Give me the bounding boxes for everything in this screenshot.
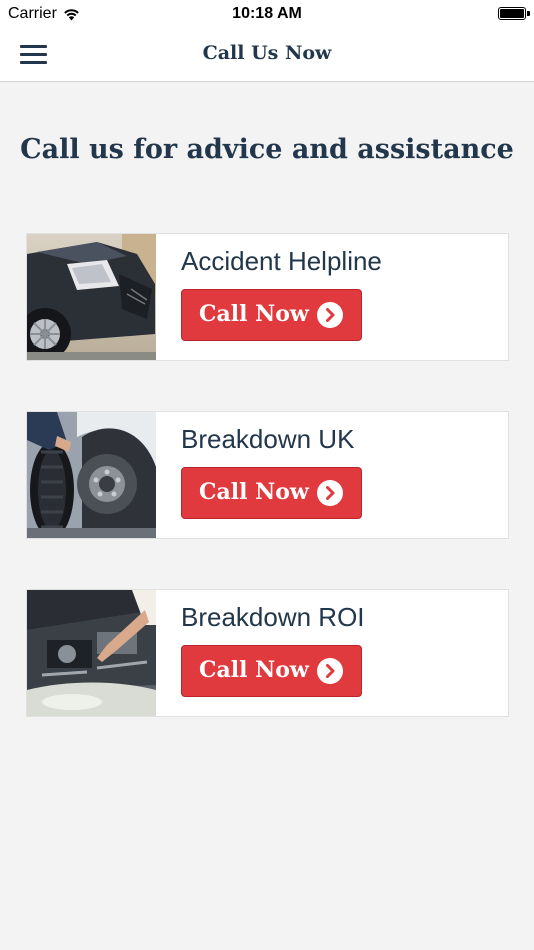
call-now-button-accident[interactable]: Call Now [181,289,362,341]
card-title: Accident Helpline [181,246,382,276]
chevron-right-circle-icon [317,302,343,328]
page-title: Call Us Now [202,42,332,64]
chevron-right-circle-icon [317,658,343,684]
call-now-button-breakdown-roi[interactable]: Call Now [181,645,362,697]
card-title: Breakdown UK [181,424,355,454]
tyre-change-photo [27,412,156,538]
battery-icon [498,7,526,20]
call-now-label: Call Now [199,479,309,505]
call-now-label: Call Now [199,657,309,683]
call-now-label: Call Now [199,301,309,327]
battery-tip [527,11,530,16]
damaged-car-photo [27,234,156,360]
status-bar: Carrier 10:18 AM [0,0,534,28]
battery-fill [500,9,524,18]
helpline-card-accident: Accident Helpline Call Now [26,233,509,361]
helpline-card-breakdown-uk: Breakdown UK Call Now [26,411,509,539]
call-now-button-breakdown-uk[interactable]: Call Now [181,467,362,519]
status-time: 10:18 AM [232,5,302,22]
engine-repair-photo [27,590,156,716]
card-title: Breakdown ROI [181,602,365,632]
helpline-card-breakdown-roi: Breakdown ROI Call Now [26,589,509,717]
chevron-right-circle-icon [317,480,343,506]
nav-bar: Call Us Now [0,28,534,82]
page-heading: Call us for advice and assistance [20,134,514,165]
